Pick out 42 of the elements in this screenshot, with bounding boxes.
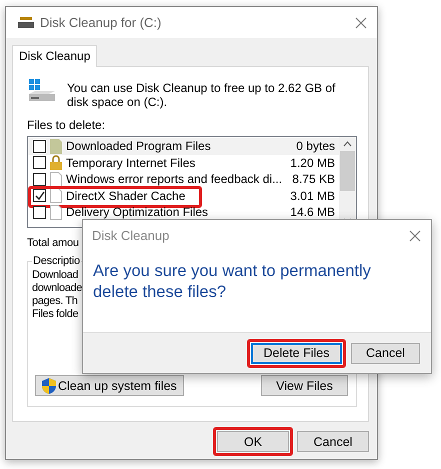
file-size: 14.6 MB [290, 205, 335, 220]
files-label: Files to delete: [27, 118, 106, 132]
description-text: pages. Th [32, 295, 78, 308]
checkbox[interactable] [33, 189, 46, 202]
delete-files-button[interactable]: Delete Files [251, 342, 342, 364]
lock-icon [50, 155, 62, 170]
document-icon [50, 188, 62, 204]
dialog-title: Disk Cleanup [92, 228, 170, 243]
checkbox[interactable] [33, 206, 46, 219]
close-icon[interactable] [355, 16, 367, 28]
file-size: 1.20 MB [290, 156, 335, 170]
view-files-button[interactable]: View Files [261, 375, 348, 396]
file-size: 0 bytes [296, 139, 335, 154]
ok-button[interactable]: OK [217, 431, 289, 452]
tab[interactable]: Disk Cleanup [12, 45, 98, 67]
document-icon [50, 172, 62, 187]
description-text: downloade [32, 282, 82, 295]
shield-icon [42, 378, 56, 394]
clean-up-button[interactable]: Clean up system files [35, 375, 184, 396]
document-icon [50, 204, 62, 220]
group-title: Descriptio [32, 255, 81, 267]
cancel-button[interactable]: Cancel [351, 342, 420, 364]
file-name[interactable]: Temporary Internet Files [66, 156, 286, 170]
checkbox[interactable] [33, 156, 46, 170]
confirm-message: Are you sure you want to permanently delete these files? [92, 261, 372, 303]
close-icon[interactable] [409, 230, 421, 242]
checkbox[interactable] [33, 172, 46, 186]
package-icon [50, 138, 62, 154]
checkbox[interactable] [33, 140, 46, 153]
description-text: Files folde [32, 308, 78, 321]
drive-icon [18, 16, 34, 28]
cancel-button[interactable]: Cancel [297, 431, 369, 452]
window-title: Disk Cleanup for (C:) [40, 15, 162, 30]
file-name[interactable]: DirectX Shader Cache [66, 188, 286, 203]
total-label: Total amou [27, 237, 80, 249]
intro-text: You can use Disk Cleanup to free up to 2.62 GB of disk space on (C:). [67, 80, 336, 109]
file-name[interactable]: Delivery Optimization Files [66, 205, 286, 220]
description-text: Download [32, 269, 78, 282]
file-size: 8.75 KB [292, 172, 335, 186]
file-name[interactable]: Downloaded Program Files [66, 139, 292, 154]
file-name[interactable]: Windows error reports and feedback di... [66, 172, 288, 186]
file-size: 3.01 MB [290, 188, 335, 203]
